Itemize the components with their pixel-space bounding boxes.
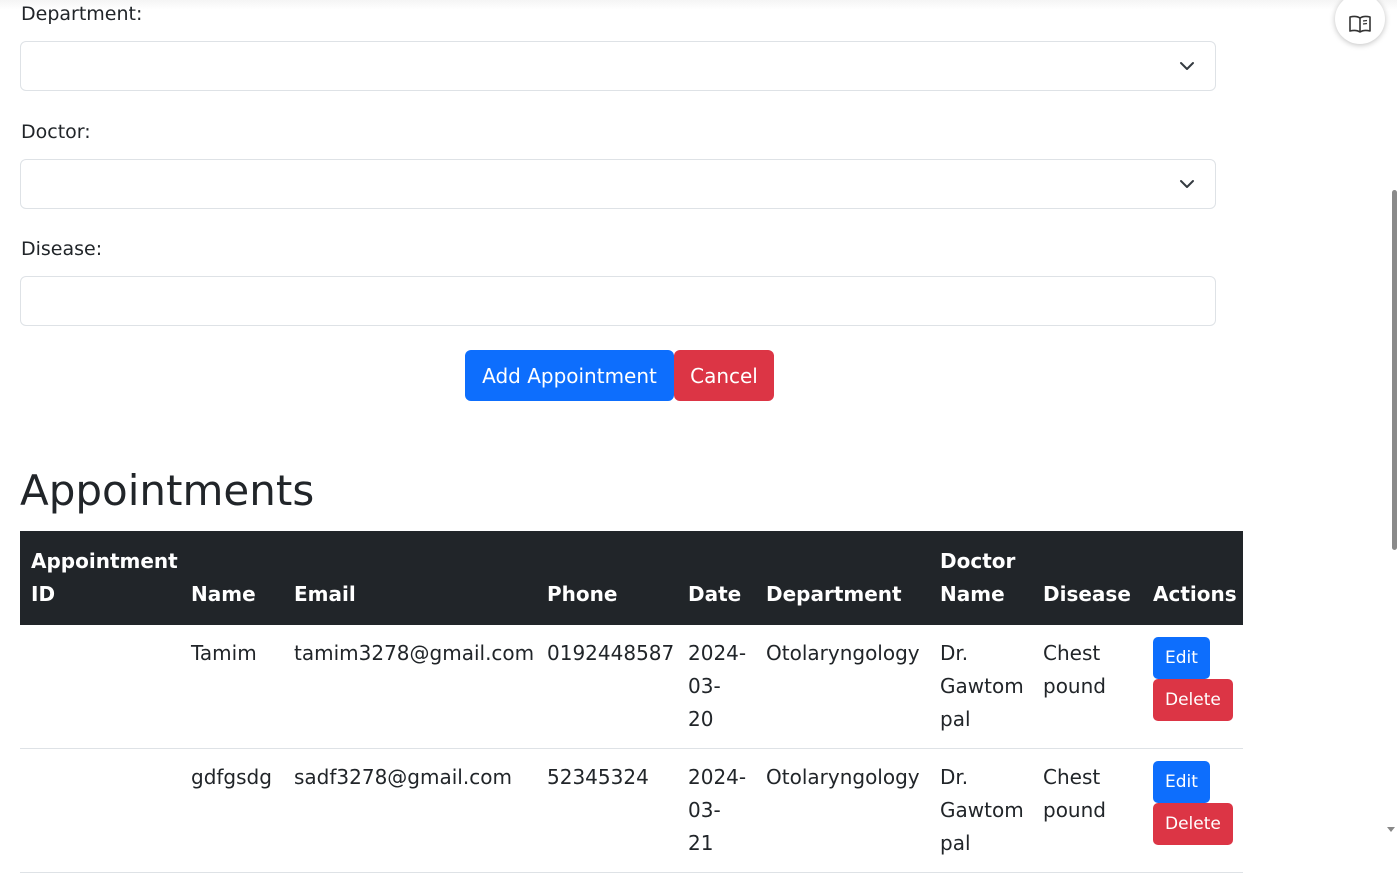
- appointments-table: Appointment ID Name Email Phone Date Dep…: [20, 531, 1243, 873]
- cell-email: tamim3278@gmail.com: [283, 625, 536, 749]
- doctor-select[interactable]: [20, 159, 1216, 209]
- cell-department: Otolaryngology: [755, 748, 929, 873]
- disease-input[interactable]: [20, 276, 1216, 326]
- cell-phone: 52345324: [536, 748, 677, 873]
- cell-name: gdfgsdg: [180, 748, 283, 873]
- top-shadow: [0, 0, 1397, 10]
- cell-actions: Edit Delete: [1142, 748, 1243, 873]
- doctor-label: Doctor:: [21, 121, 91, 143]
- column-header-name: Name: [191, 582, 256, 606]
- department-label: Department:: [21, 3, 143, 25]
- cell-department: Otolaryngology: [755, 625, 929, 749]
- column-header-actions: Actions: [1153, 582, 1237, 606]
- delete-button[interactable]: Delete: [1153, 679, 1233, 721]
- column-header-email: Email: [294, 582, 356, 606]
- column-header-department: Department: [766, 582, 902, 606]
- add-appointment-button[interactable]: Add Appointment: [465, 350, 674, 401]
- scroll-down-icon[interactable]: [1387, 827, 1395, 832]
- edit-button[interactable]: Edit: [1153, 761, 1210, 803]
- cell-name: Tamim: [180, 625, 283, 749]
- cell-disease: Chest pound: [1032, 625, 1142, 749]
- cell-doctor: Dr. Gawtom pal: [929, 748, 1032, 873]
- edit-button[interactable]: Edit: [1153, 637, 1210, 679]
- table-row: Tamim tamim3278@gmail.com 0192448587 202…: [20, 625, 1243, 749]
- column-header-phone: Phone: [547, 582, 618, 606]
- column-header-id: Appointment ID: [31, 549, 178, 606]
- department-select[interactable]: [20, 41, 1216, 91]
- cell-date: 2024-03-21: [677, 748, 755, 873]
- cell-date: 2024-03-20: [677, 625, 755, 749]
- cell-doctor: Dr. Gawtom pal: [929, 625, 1032, 749]
- column-header-date: Date: [688, 582, 742, 606]
- page-scrollbar[interactable]: [1392, 190, 1397, 550]
- book-open-icon: [1349, 15, 1371, 33]
- appointments-heading: Appointments: [20, 466, 315, 515]
- column-header-doctor: Doctor Name: [940, 549, 1016, 606]
- table-header-row: Appointment ID Name Email Phone Date Dep…: [20, 531, 1243, 625]
- cell-phone: 0192448587: [536, 625, 677, 749]
- cell-email: sadf3278@gmail.com: [283, 748, 536, 873]
- reader-mode-button[interactable]: [1335, 0, 1385, 44]
- chevron-down-icon: [1180, 62, 1194, 70]
- table-row: gdfgsdg sadf3278@gmail.com 52345324 2024…: [20, 748, 1243, 873]
- cancel-button[interactable]: Cancel: [674, 350, 774, 401]
- chevron-down-icon: [1180, 180, 1194, 188]
- cell-disease: Chest pound: [1032, 748, 1142, 873]
- cell-id: [20, 748, 180, 873]
- disease-label: Disease:: [21, 238, 103, 260]
- column-header-disease: Disease: [1043, 582, 1131, 606]
- cell-actions: Edit Delete: [1142, 625, 1243, 749]
- cell-id: [20, 625, 180, 749]
- delete-button[interactable]: Delete: [1153, 803, 1233, 845]
